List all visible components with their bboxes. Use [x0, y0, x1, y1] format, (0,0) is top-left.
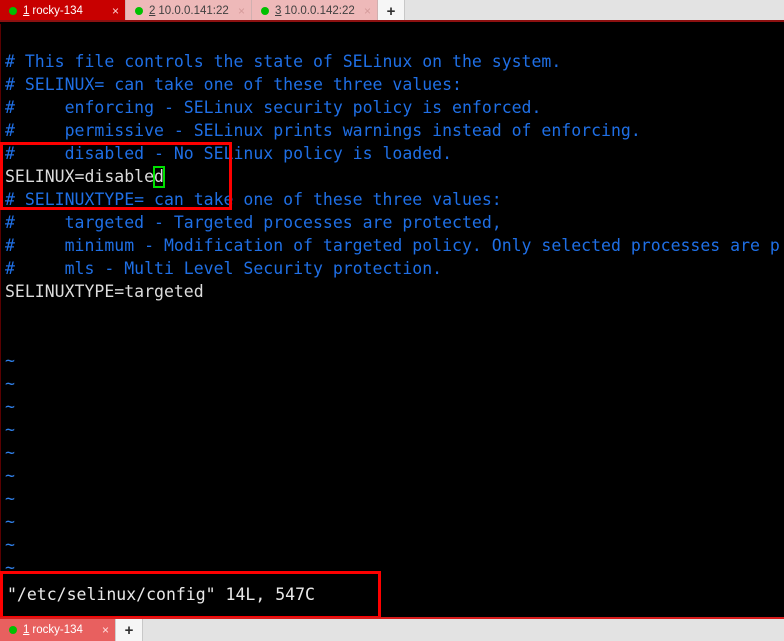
close-icon[interactable]: × [104, 5, 119, 17]
new-tab-button[interactable]: + [378, 0, 405, 22]
new-session-button[interactable]: + [116, 619, 143, 641]
terminal-line-text: ~ [5, 558, 15, 577]
terminal-line-text: ~ [5, 535, 15, 554]
tab-label: rocky-134 [32, 5, 83, 17]
terminal-line-text: # disabled - No SELinux policy is loaded… [5, 144, 453, 163]
terminal-line-text: # mls - Multi Level Security protection. [5, 259, 443, 278]
terminal-line: ~ [5, 441, 784, 464]
connection-status-dot-icon [9, 626, 17, 634]
terminal-line: ~ [5, 349, 784, 372]
terminal-line-text: # SELINUXTYPE= can take one of these thr… [5, 190, 502, 209]
terminal-line-text: # This file controls the state of SELinu… [5, 52, 562, 71]
connection-status-dot-icon [9, 7, 17, 15]
terminal-line: ~ [5, 556, 784, 579]
terminal-line-text: ~ [5, 374, 15, 393]
terminal-line-text: ~ [5, 420, 15, 439]
tab-bar-empty-space [405, 0, 784, 22]
terminal-line-text: SELINUXTYPE=targeted [5, 282, 204, 301]
close-icon[interactable]: × [94, 624, 109, 636]
terminal-line-text: ~ [5, 351, 15, 370]
tab-3-10-0-0-142-22[interactable]: 3 10.0.0.142:22 × [252, 0, 378, 22]
tab-bar: 1 rocky-134 × 2 10.0.0.141:22 × 3 10.0.0… [0, 0, 784, 22]
terminal-line-text: ~ [5, 466, 15, 485]
tab-label: 10.0.0.142:22 [284, 5, 355, 17]
terminal-line: # targeted - Targeted processes are prot… [5, 211, 784, 234]
terminal-line-text: # targeted - Targeted processes are prot… [5, 213, 502, 232]
taskbar-item-index: 1 [23, 624, 30, 636]
tab-1-rocky-134[interactable]: 1 rocky-134 × [0, 0, 126, 22]
session-taskbar: 1 rocky-134 × + [0, 617, 784, 641]
terminal-line: ~ [5, 510, 784, 533]
terminal-line: # permissive - SELinux prints warnings i… [5, 119, 784, 142]
terminal-line: # SELINUXTYPE= can take one of these thr… [5, 188, 784, 211]
terminal-line: ~ [5, 464, 784, 487]
terminal-line: # SELINUX= can take one of these three v… [5, 73, 784, 96]
terminal-line-text: # permissive - SELinux prints warnings i… [5, 121, 641, 140]
vim-buffer-text: # This file controls the state of SELinu… [5, 50, 784, 579]
terminal-line-text: ~ [5, 443, 15, 462]
terminal-line: SELINUX=disabled [5, 165, 784, 188]
terminal-line: # minimum - Modification of targeted pol… [5, 234, 784, 257]
taskbar-empty-space [143, 619, 784, 641]
tab-index: 1 [23, 5, 30, 17]
tab-index: 2 [149, 5, 156, 17]
taskbar-item-label: rocky-134 [32, 624, 83, 636]
close-icon[interactable]: × [356, 5, 371, 17]
terminal-line: # enforcing - SELinux security policy is… [5, 96, 784, 119]
terminal-viewport[interactable]: # This file controls the state of SELinu… [0, 24, 784, 617]
terminal-line-text: # enforcing - SELinux security policy is… [5, 98, 542, 117]
terminal-line-text: ~ [5, 512, 15, 531]
terminal-line-text: SELINUX=disable [5, 167, 155, 186]
connection-status-dot-icon [261, 7, 269, 15]
taskbar-item-rocky-134[interactable]: 1 rocky-134 × [0, 619, 116, 641]
close-icon[interactable]: × [230, 5, 245, 17]
terminal-line: ~ [5, 487, 784, 510]
terminal-line: SELINUXTYPE=targeted [5, 280, 784, 303]
terminal-line: ~ [5, 395, 784, 418]
tab-index: 3 [275, 5, 282, 17]
terminal-line-text: ~ [5, 397, 15, 416]
terminal-line-text: # minimum - Modification of targeted pol… [5, 236, 780, 255]
vim-status-line: "/etc/selinux/config" 14L, 547C [7, 585, 315, 604]
terminal-line: # mls - Multi Level Security protection. [5, 257, 784, 280]
text-cursor: d [153, 166, 165, 188]
terminal-line: # This file controls the state of SELinu… [5, 50, 784, 73]
tab-label: 10.0.0.141:22 [158, 5, 229, 17]
connection-status-dot-icon [135, 7, 143, 15]
tab-2-10-0-0-141-22[interactable]: 2 10.0.0.141:22 × [126, 0, 252, 22]
terminal-line: # disabled - No SELinux policy is loaded… [5, 142, 784, 165]
terminal-line-text: # SELINUX= can take one of these three v… [5, 75, 462, 94]
terminal-line: ~ [5, 372, 784, 395]
terminal-line: ~ [5, 418, 784, 441]
terminal-line: ~ [5, 533, 784, 556]
terminal-line-text: ~ [5, 489, 15, 508]
